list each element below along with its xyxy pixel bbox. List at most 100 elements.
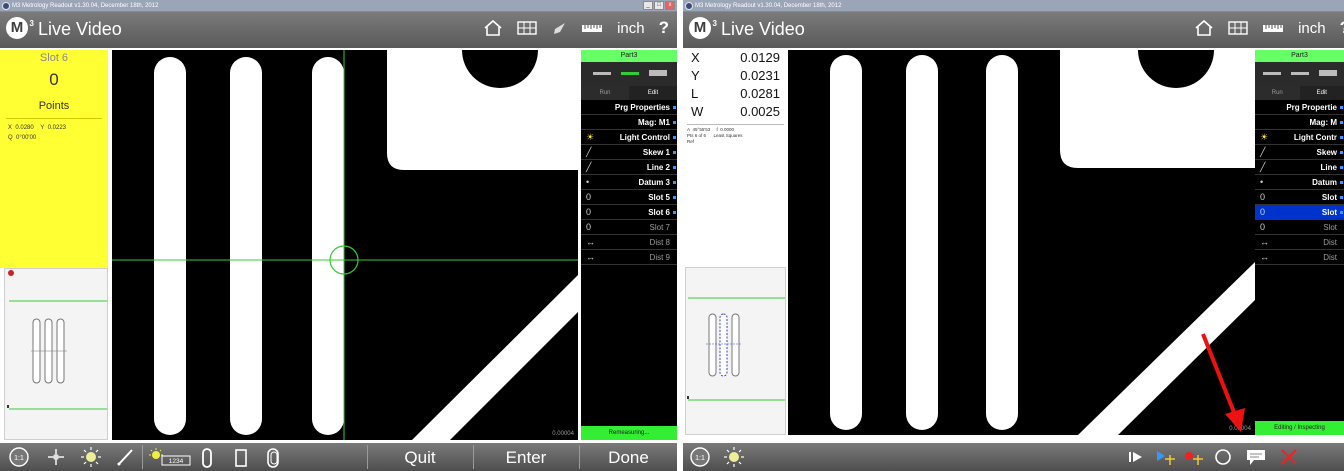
tab-run[interactable]: Run [1255,86,1300,100]
part-name[interactable]: Part3 [1255,50,1344,62]
repeat-icon[interactable] [1213,447,1233,471]
quit-button[interactable]: Quit [368,447,472,469]
home-icon[interactable] [1194,19,1214,37]
slot-tool-icon[interactable] [200,447,214,471]
feature-type-icon: ╱ [1260,147,1266,157]
run-to-step-icon[interactable] [1155,447,1177,471]
angle-value: 45°55'53 [692,127,711,132]
axis-label: X [691,50,700,65]
feature-row[interactable]: • Datum [1255,175,1344,190]
logo-superscript: 3 [712,19,717,28]
form-label: f [716,127,718,132]
feature-type-icon: • [586,177,590,187]
feature-row[interactable]: 0 Slot [1255,190,1344,205]
feature-type-icon: 0 [586,222,592,232]
unit-label[interactable]: inch [617,20,645,37]
record-step-icon[interactable] [1183,447,1205,471]
undo-icon[interactable] [551,20,567,36]
feature-row[interactable]: Mag: M [1255,115,1344,130]
line-weight-selector[interactable] [581,62,677,86]
thin-line-icon[interactable] [593,72,611,75]
feature-row[interactable]: ↔ Dist 9 [581,250,677,265]
thick-line-icon[interactable] [1319,70,1337,76]
feature-row[interactable]: ↔ Dist [1255,250,1344,265]
feature-type-icon: ╱ [586,147,592,157]
x-label: X [8,125,13,131]
tab-edit[interactable]: Edit [1299,86,1344,100]
form-value: 0.0000 [720,127,735,132]
medium-line-icon[interactable] [621,72,639,75]
double-slot-tool-icon[interactable] [266,447,282,471]
auto-light-icon[interactable]: 1234 [148,447,192,471]
feature-info-panel: Slot 6 0 Points X 0.0280 Y 0.0223 Q 0°00… [0,50,108,268]
rectangle-tool-icon[interactable] [234,447,248,471]
feature-row[interactable]: ╱ Skew [1255,145,1344,160]
help-button[interactable]: ? [1340,18,1344,38]
done-button[interactable]: Done [580,447,677,469]
thin-line-icon[interactable] [1263,72,1281,75]
feature-row[interactable]: ╱ Line 2 [581,160,677,175]
enter-button[interactable]: Enter [474,447,578,469]
feature-marker [673,121,676,124]
tab-edit[interactable]: Edit [629,86,677,100]
feature-type-icon: ↔ [586,237,595,247]
grid-view-icon[interactable] [1228,21,1248,35]
comment-icon[interactable] [1245,447,1267,471]
ruler-icon[interactable] [1262,22,1284,34]
feature-row[interactable]: Prg Propertie [1255,100,1344,115]
crosshair-icon[interactable] [46,447,66,471]
thick-line-icon[interactable] [649,70,667,76]
reference-label: Ref [687,139,695,144]
axis-label: L [691,86,699,101]
medium-line-icon[interactable] [1291,72,1309,75]
close-button[interactable]: x [665,1,675,10]
grid-view-icon[interactable] [517,21,537,35]
line-weight-selector[interactable] [1255,62,1344,86]
feature-row[interactable]: Prg Properties [581,100,677,115]
y-value: 0.0223 [47,125,66,131]
magnification-icon[interactable]: 1:1 [8,446,32,471]
logo-letter: M [10,19,24,36]
m3-logo: M3 [689,17,717,39]
light-icon[interactable] [723,447,745,471]
help-button[interactable]: ? [659,18,669,38]
maximize-button[interactable]: □ [654,1,664,10]
window-title: M3 Metrology Readout v1.30.04, December … [695,3,842,9]
feature-row[interactable]: 0 Slot [1255,220,1344,235]
window-controls: _ □ x [643,1,675,10]
part-name[interactable]: Part3 [581,50,677,62]
light-icon[interactable] [80,447,102,471]
minimize-button[interactable]: _ [643,1,653,10]
dro-row: L 0.0281 [683,86,788,104]
part-view-thumbnail[interactable] [4,268,108,440]
play-step-icon[interactable] [1127,447,1145,471]
magnification-icon[interactable]: 1:1 [689,446,713,471]
feature-row[interactable]: Mag: M1 [581,115,677,130]
feature-row[interactable]: ☀ Light Contr [1255,130,1344,145]
status-bar: Remeasuring... [581,426,677,440]
live-video-view[interactable]: 0.00004 [788,50,1255,435]
delete-icon[interactable] [1279,447,1299,471]
feature-type-icon: ↔ [1260,252,1269,262]
feature-row[interactable]: ☀ Light Control [581,130,677,145]
axis-label: W [691,104,704,119]
feature-row[interactable]: 0 Slot 5 [581,190,677,205]
feature-row[interactable]: 0 Slot [1255,205,1344,220]
feature-title: Slot 6 [39,52,69,64]
feature-row[interactable]: ╱ Line [1255,160,1344,175]
ruler-icon[interactable] [581,22,603,34]
feature-row[interactable]: 0 Slot 7 [581,220,677,235]
home-icon[interactable] [483,19,503,37]
feature-marker [673,181,676,184]
feature-row[interactable]: • Datum 3 [581,175,677,190]
feature-row[interactable]: ↔ Dist [1255,235,1344,250]
feature-row[interactable]: ↔ Dist 8 [581,235,677,250]
feature-row[interactable]: 0 Slot 6 [581,205,677,220]
part-view-thumbnail[interactable] [685,267,786,435]
probe-pen-icon[interactable] [116,447,136,471]
feature-label: Slot [1321,193,1337,202]
tab-run[interactable]: Run [581,86,629,100]
feature-row[interactable]: ╱ Skew 1 [581,145,677,160]
unit-label[interactable]: inch [1298,20,1326,37]
live-video-view[interactable]: 0.00004 [112,50,578,440]
